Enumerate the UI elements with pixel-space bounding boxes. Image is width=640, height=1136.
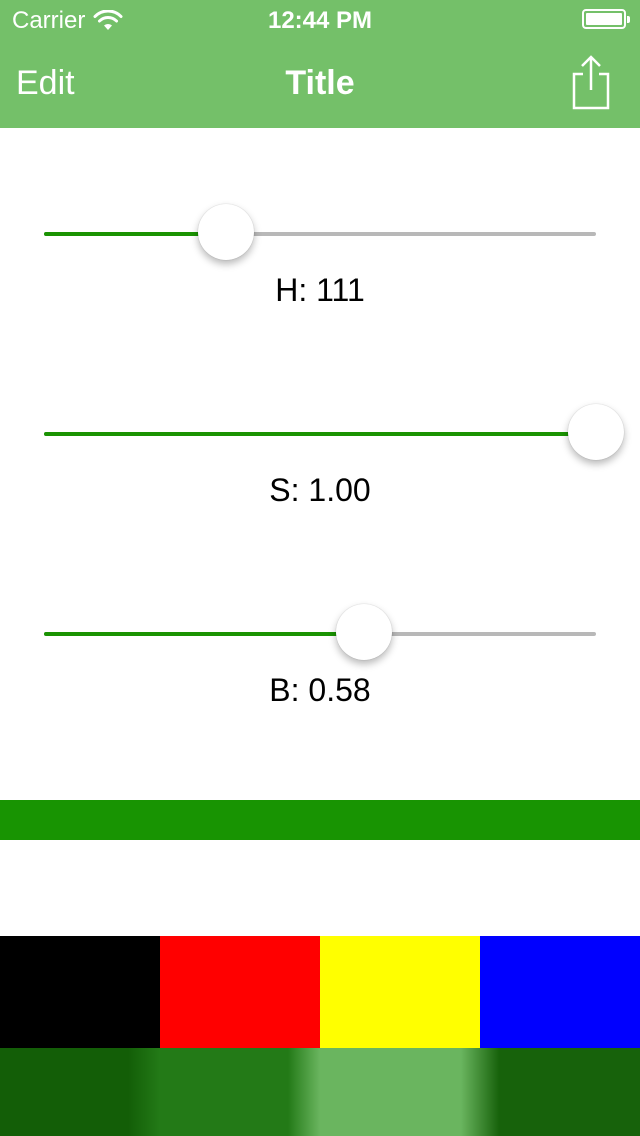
hue-value-label: H: 111 [275,272,365,308]
status-bar: Carrier 12:44 PM [0,0,640,40]
navigation-bar: Edit Title [0,40,640,128]
share-icon[interactable] [568,54,614,110]
brightness-value-label: B: 0.58 [269,672,371,708]
swatch-yellow[interactable] [320,936,480,1048]
saturation-slider-thumb[interactable] [568,404,624,460]
swatch-blue[interactable] [480,936,640,1048]
hue-slider-thumb[interactable] [198,204,255,260]
color-preview-bar [0,800,640,840]
top-bar: Carrier 12:44 PM Edit Title [0,0,640,128]
saturation-slider-min-track [44,432,596,436]
bottom-gradient-strip [0,1048,640,1136]
swatch-red[interactable] [160,936,320,1048]
battery-icon [582,9,630,29]
brightness-slider-min-track [44,632,365,636]
page-title: Title [285,64,355,102]
saturation-slider-block: S: 1.00 [0,400,640,520]
color-swatches [0,936,640,1048]
screen: Carrier 12:44 PM Edit Title H: 111 S: 1.… [0,0,640,1136]
brightness-slider-track[interactable] [44,632,596,636]
swatch-black[interactable] [0,936,160,1048]
hue-slider-track[interactable] [44,232,596,236]
status-time: 12:44 PM [267,7,373,34]
hue-slider-block: H: 111 [0,200,640,320]
brightness-slider-thumb[interactable] [336,604,393,660]
saturation-slider-track[interactable] [44,432,596,436]
brightness-slider-block: B: 0.58 [0,600,640,720]
saturation-value-label: S: 1.00 [269,472,371,508]
